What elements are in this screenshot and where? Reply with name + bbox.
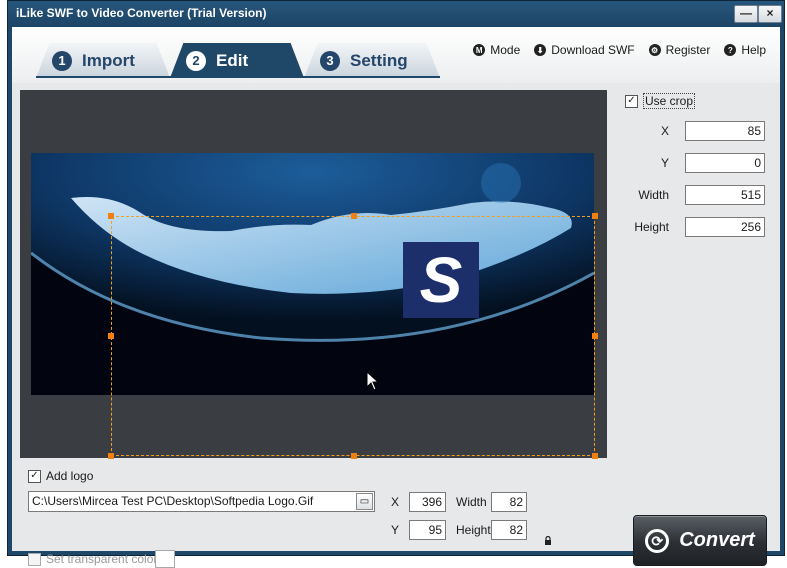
- tab-edit[interactable]: 2 Edit: [170, 43, 304, 78]
- crop-x-label: X: [660, 124, 669, 138]
- preview-area: S: [20, 90, 607, 459]
- step-3-icon: 3: [320, 50, 340, 71]
- title-bar[interactable]: iLike SWF to Video Converter (Trial Vers…: [8, 1, 784, 27]
- transparent-color-label: Set transparent color: [46, 552, 158, 566]
- close-button[interactable]: ×: [758, 5, 782, 23]
- download-swf-link[interactable]: ⬇ Download SWF: [534, 43, 635, 57]
- tab-setting[interactable]: 3 Setting: [304, 43, 440, 78]
- browse-folder-button[interactable]: ▭: [356, 493, 373, 510]
- download-icon: ⬇: [534, 44, 547, 56]
- add-logo-checkbox[interactable]: ✓: [28, 469, 41, 483]
- crop-height-row: Height 256: [625, 217, 765, 237]
- crop-x-input[interactable]: 85: [685, 121, 765, 141]
- use-crop-checkbox[interactable]: ✓: [625, 94, 638, 108]
- client-area: 1 Import 2 Edit 3 Setting M Mode ⬇ Downl…: [12, 27, 780, 568]
- tab-edit-label: Edit: [216, 50, 249, 70]
- mode-label: Mode: [490, 43, 521, 57]
- convert-button[interactable]: ⟳ Convert: [633, 515, 767, 566]
- transparent-color-checkbox[interactable]: [28, 552, 41, 566]
- crop-height-input[interactable]: 256: [685, 217, 765, 237]
- mode-link[interactable]: M Mode: [473, 43, 520, 57]
- register-link[interactable]: ⚙ Register: [648, 43, 711, 57]
- crop-y-row: Y 0: [625, 153, 765, 173]
- crop-panel: ✓ Use crop X 85 Y 0 Width 515 Height 256: [625, 93, 765, 237]
- add-logo-label: Add logo: [46, 469, 94, 483]
- help-label: Help: [741, 43, 766, 57]
- mouse-cursor-icon: [366, 371, 380, 391]
- folder-icon: ▭: [359, 496, 370, 507]
- logo-x-label: X: [391, 495, 400, 509]
- crop-rectangle[interactable]: [108, 213, 598, 459]
- crop-y-label: Y: [660, 156, 669, 170]
- logo-path-input[interactable]: C:\Users\Mircea Test PC\Desktop\Softpedi…: [28, 491, 375, 512]
- logo-section: ✓ Add logo C:\Users\Mircea Test PC\Deskt…: [12, 464, 780, 568]
- tab-import-label: Import: [82, 50, 135, 70]
- logo-y-input[interactable]: 95: [409, 520, 446, 540]
- app-window: iLike SWF to Video Converter (Trial Vers…: [7, 0, 785, 568]
- convert-icon: ⟳: [645, 528, 670, 553]
- tab-setting-label: Setting: [350, 50, 408, 70]
- aspect-lock-icon[interactable]: [544, 536, 552, 546]
- window-title: iLike SWF to Video Converter (Trial Vers…: [16, 6, 267, 20]
- use-crop-label: Use crop: [643, 93, 696, 109]
- logo-height-input[interactable]: 82: [491, 520, 527, 540]
- crop-width-input[interactable]: 515: [685, 185, 765, 205]
- use-crop-row[interactable]: ✓ Use crop: [625, 93, 765, 109]
- help-link[interactable]: ? Help: [724, 43, 766, 57]
- transparent-color-picker[interactable]: [155, 550, 175, 568]
- register-icon: ⚙: [648, 44, 661, 56]
- help-icon: ?: [724, 44, 737, 56]
- tab-strip: 1 Import 2 Edit 3 Setting M Mode ⬇ Downl…: [12, 27, 780, 83]
- crop-handle-top-left[interactable]: [108, 213, 114, 219]
- logo-y-label: Y: [391, 523, 400, 537]
- mode-icon: M: [473, 44, 486, 56]
- step-2-icon: 2: [186, 50, 206, 71]
- crop-handle-left[interactable]: [108, 333, 114, 339]
- tab-import[interactable]: 1 Import: [36, 43, 170, 78]
- add-logo-row[interactable]: ✓ Add logo: [28, 469, 93, 483]
- download-swf-label: Download SWF: [551, 43, 635, 57]
- convert-label: Convert: [679, 529, 755, 551]
- crop-width-label: Width: [638, 188, 669, 202]
- logo-x-input[interactable]: 396: [409, 492, 446, 512]
- crop-handle-top-right[interactable]: [592, 213, 598, 219]
- top-links: M Mode ⬇ Download SWF ⚙ Register ? Help: [473, 43, 766, 57]
- crop-x-row: X 85: [625, 121, 765, 141]
- crop-handle-bottom[interactable]: [351, 453, 357, 459]
- crop-handle-top[interactable]: [351, 213, 357, 219]
- crop-height-label: Height: [634, 220, 669, 234]
- tab-underline: [36, 76, 440, 78]
- step-1-icon: 1: [52, 50, 72, 71]
- logo-height-label: Height: [456, 523, 491, 537]
- logo-width-label: Width: [456, 495, 487, 509]
- register-label: Register: [665, 43, 711, 57]
- logo-width-input[interactable]: 82: [491, 492, 527, 512]
- crop-handle-bottom-left[interactable]: [108, 453, 114, 459]
- crop-width-row: Width 515: [625, 185, 765, 205]
- crop-handle-bottom-right[interactable]: [592, 453, 598, 459]
- crop-y-input[interactable]: 0: [685, 153, 765, 173]
- minimize-button[interactable]: —: [734, 5, 758, 23]
- crop-handle-right[interactable]: [592, 333, 598, 339]
- transparent-color-row[interactable]: Set transparent color: [28, 552, 157, 566]
